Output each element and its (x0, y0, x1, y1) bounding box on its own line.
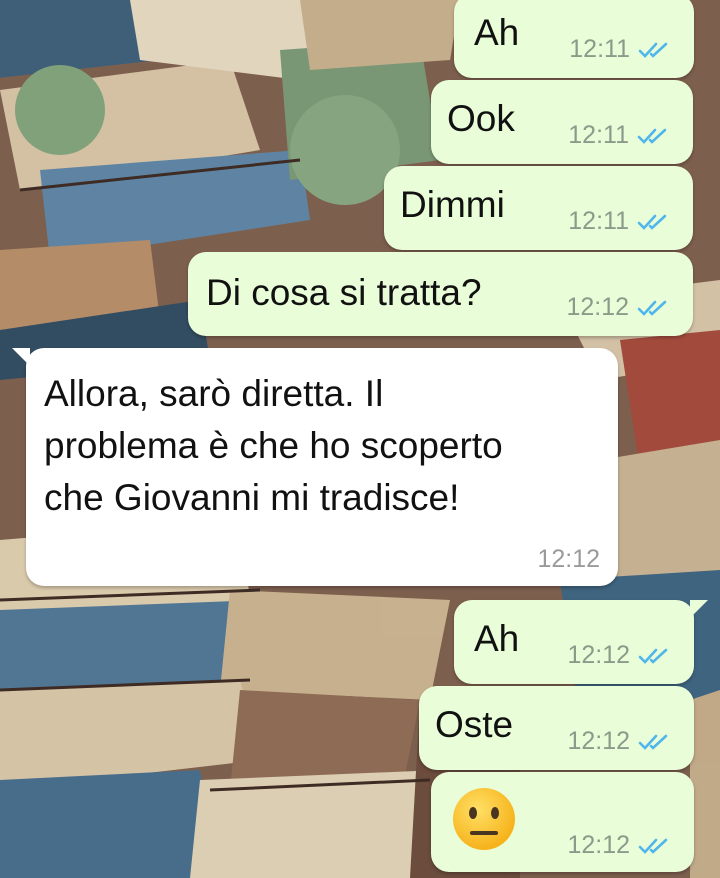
message-text: Di cosa si tratta? (206, 272, 482, 313)
message-bubble-outgoing[interactable]: Dimmi 12:11 (384, 166, 693, 250)
message-time: 12:11 (569, 35, 630, 63)
message-bubble-incoming[interactable]: Allora, sarò diretta. Il problema è che … (12, 348, 618, 586)
message-bubble-outgoing[interactable]: 12:12 (431, 772, 694, 872)
bubble-tail (690, 600, 708, 618)
message-bubble-outgoing[interactable]: Ook 12:11 (431, 80, 693, 164)
double-check-read-icon (637, 214, 667, 230)
message-text: Ah (474, 618, 520, 659)
double-check-read-icon (638, 42, 668, 58)
double-check-read-icon (637, 300, 667, 316)
double-check-read-icon (637, 128, 667, 144)
message-time: 12:12 (567, 831, 630, 859)
message-meta: 12:11 (568, 207, 671, 236)
message-bubble-outgoing[interactable]: Ah 12:11 (454, 0, 694, 78)
message-bubble-outgoing[interactable]: Di cosa si tratta? 12:12 (188, 252, 693, 336)
message-line: che Giovanni mi tradisce! (44, 477, 460, 518)
message-line: problema è che ho scoperto (44, 425, 503, 466)
message-meta: 12:12 (537, 545, 600, 574)
message-meta: 12:12 (567, 641, 672, 670)
double-check-read-icon (638, 838, 668, 854)
message-line: Allora, sarò diretta. Il (44, 373, 384, 414)
message-bubble-outgoing[interactable]: Ah 12:12 (454, 600, 708, 684)
message-text: Ah (474, 12, 520, 53)
chat-message-list[interactable]: Ah 12:11 Ook 12:11 Dimmi 12:11 Di cosa s… (0, 0, 720, 878)
message-text: Allora, sarò diretta. Il problema è che … (44, 368, 604, 524)
message-text: Oste (435, 704, 514, 745)
message-time: 12:12 (566, 293, 629, 321)
message-time: 12:12 (567, 641, 630, 669)
message-meta: 12:11 (569, 35, 672, 64)
bubble-tail (12, 348, 30, 366)
neutral-face-emoji-icon (453, 788, 515, 850)
message-meta: 12:11 (568, 121, 671, 150)
message-time: 12:11 (568, 121, 629, 149)
message-time: 12:11 (568, 207, 629, 235)
message-text: Dimmi (400, 184, 505, 225)
message-meta: 12:12 (567, 831, 672, 860)
message-time: 12:12 (567, 727, 630, 755)
message-time: 12:12 (537, 545, 600, 573)
message-meta: 12:12 (566, 293, 671, 322)
message-text: Ook (447, 98, 515, 139)
double-check-read-icon (638, 648, 668, 664)
message-bubble-outgoing[interactable]: Oste 12:12 (419, 686, 694, 770)
message-meta: 12:12 (567, 727, 672, 756)
double-check-read-icon (638, 734, 668, 750)
